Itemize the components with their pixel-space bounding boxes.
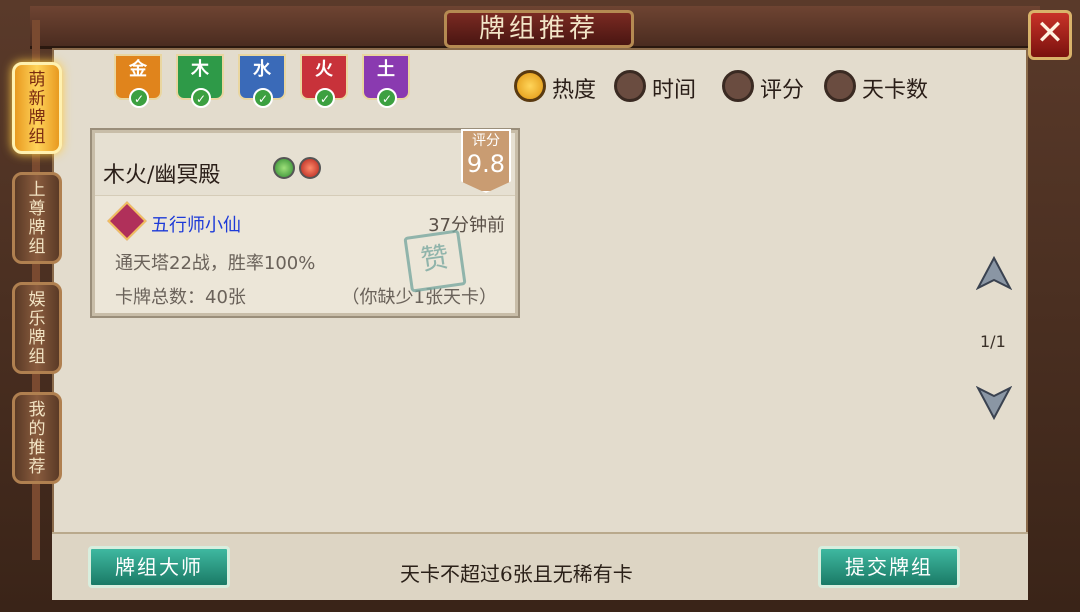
check-icon: ✓ <box>253 88 273 108</box>
radio-dot <box>824 70 856 102</box>
card-total: 卡牌总数：40张 <box>115 287 246 308</box>
like-stamp[interactable]: 赞 <box>403 229 467 293</box>
close-icon: ✕ <box>1035 13 1065 53</box>
scroll-down-icon[interactable] <box>976 386 1012 420</box>
tab-fun-decks[interactable]: 娱乐牌组 <box>12 282 62 374</box>
radio-dot <box>514 70 546 102</box>
sort-label: 评分 <box>760 78 805 103</box>
sort-label: 热度 <box>552 78 597 103</box>
scroll-up-icon[interactable] <box>976 256 1012 290</box>
close-button[interactable]: ✕ <box>1028 10 1072 60</box>
button-label: 提交牌组 <box>845 555 933 579</box>
page-indicator: 1/1 <box>980 332 1006 351</box>
tab-label: 我的推荐 <box>28 400 46 477</box>
filter-metal[interactable]: 金 ✓ <box>114 54 162 108</box>
radio-dot <box>614 70 646 102</box>
filter-label: 火 <box>315 59 333 80</box>
author-name[interactable]: 五行师小仙 <box>151 211 241 237</box>
score-badge: 评分 9.8 <box>461 129 511 193</box>
deck-rule-text: 天卡不超过6张且无稀有卡 <box>400 562 633 586</box>
filter-wood[interactable]: 木 ✓ <box>176 54 224 108</box>
tab-label: 娱乐牌组 <box>28 290 46 367</box>
score-label: 评分 <box>472 133 500 149</box>
filter-label: 木 <box>191 59 209 80</box>
button-label: 牌组大师 <box>115 555 203 579</box>
sort-label: 天卡数 <box>862 78 929 103</box>
filter-water[interactable]: 水 ✓ <box>238 54 286 108</box>
tab-newbie-decks[interactable]: 萌新牌组 <box>12 62 62 154</box>
check-icon: ✓ <box>129 88 149 108</box>
tab-label: 萌新牌组 <box>28 70 46 147</box>
fire-icon <box>299 157 321 179</box>
title-plate: 牌组推荐 <box>444 10 634 48</box>
author-badge-icon <box>107 201 147 241</box>
filter-earth[interactable]: 土 ✓ <box>362 54 410 108</box>
filter-fire[interactable]: 火 ✓ <box>300 54 348 108</box>
radio-dot <box>722 70 754 102</box>
deck-card-header: 木火/幽冥殿 评分 9.8 <box>95 129 515 196</box>
filter-label: 水 <box>253 59 271 80</box>
wood-icon <box>273 157 295 179</box>
sort-label: 时间 <box>652 78 697 103</box>
tab-my-recommend[interactable]: 我的推荐 <box>12 392 62 484</box>
deck-card[interactable]: 木火/幽冥殿 评分 9.8 五行师小仙 37分钟前 通天塔22战，胜率100% … <box>92 129 518 316</box>
submit-deck-button[interactable]: 提交牌组 <box>818 546 960 588</box>
page-title: 牌组推荐 <box>478 14 599 44</box>
filter-label: 土 <box>377 59 395 80</box>
deck-title: 木火/幽冥殿 <box>103 163 221 188</box>
score-value: 9.8 <box>466 150 506 178</box>
tab-label: 上尊牌组 <box>28 180 46 257</box>
filter-label: 金 <box>129 59 147 80</box>
tab-supreme-decks[interactable]: 上尊牌组 <box>12 172 62 264</box>
check-icon: ✓ <box>377 88 397 108</box>
battle-record: 通天塔22战，胜率100% <box>115 253 316 274</box>
check-icon: ✓ <box>191 88 211 108</box>
deck-master-button[interactable]: 牌组大师 <box>88 546 230 588</box>
check-icon: ✓ <box>315 88 335 108</box>
